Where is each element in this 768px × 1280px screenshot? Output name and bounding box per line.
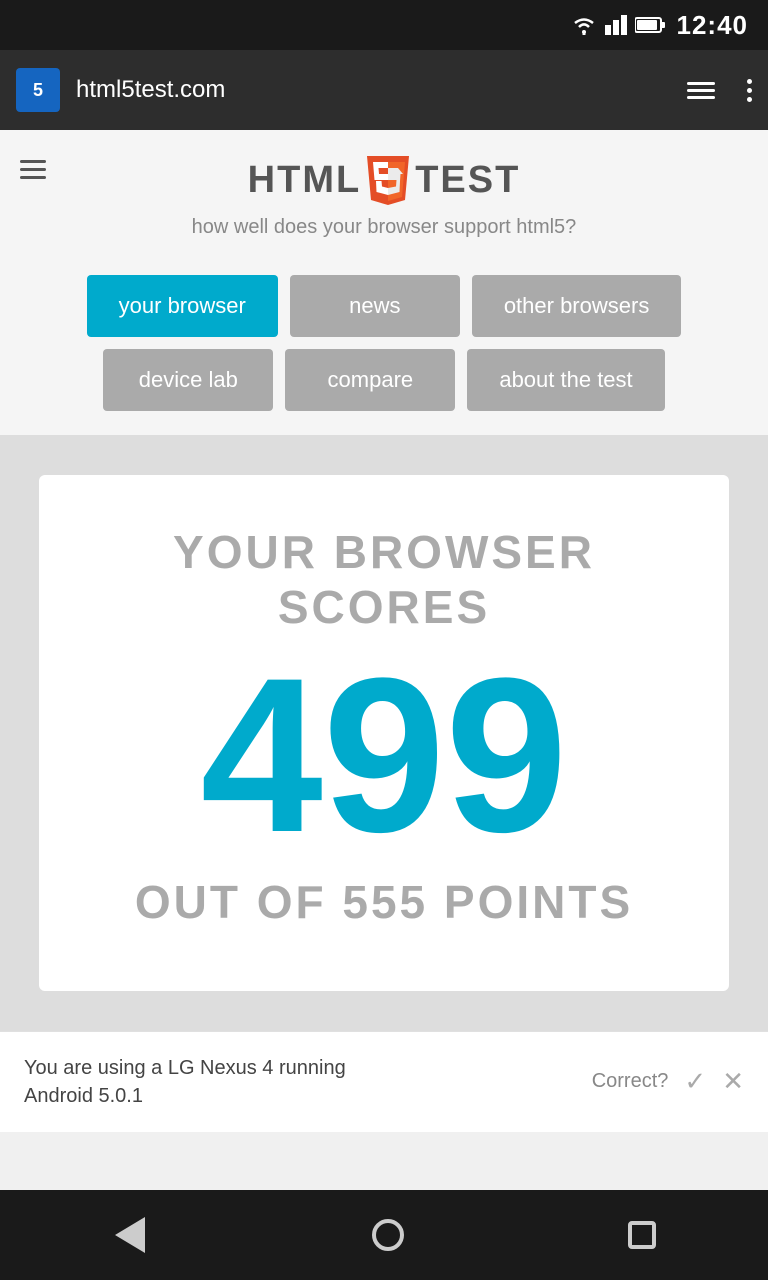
- html5-shield-icon: [365, 154, 411, 206]
- logo-test-text: TEST: [415, 159, 520, 202]
- status-bar: 12:40: [0, 0, 768, 50]
- nav-about-the-test[interactable]: about the test: [467, 349, 664, 411]
- recent-button[interactable]: [628, 1221, 656, 1249]
- site-logo: HTML TEST: [20, 154, 748, 206]
- score-title: YOUR BROWSER SCORES: [79, 525, 689, 635]
- correct-check-button[interactable]: ✓: [684, 1066, 706, 1097]
- home-icon: [372, 1219, 404, 1251]
- nav-news[interactable]: news: [290, 275, 460, 337]
- device-info-bar: You are using a LG Nexus 4 running Andro…: [0, 1031, 768, 1132]
- hamburger-menu[interactable]: [20, 160, 46, 179]
- device-text: You are using a LG Nexus 4 running Andro…: [24, 1054, 346, 1110]
- home-button[interactable]: [372, 1219, 404, 1251]
- nav-other-browsers[interactable]: other browsers: [472, 275, 682, 337]
- correct-x-button[interactable]: ✕: [722, 1066, 744, 1097]
- correct-section: Correct? ✓ ✕: [592, 1066, 744, 1097]
- site-tagline: how well does your browser support html5…: [20, 216, 748, 239]
- score-section: YOUR BROWSER SCORES 499 OUT OF 555 POINT…: [0, 435, 768, 1031]
- bottom-nav: [0, 1190, 768, 1280]
- device-description: You are using a LG Nexus 4 running Andro…: [24, 1057, 346, 1107]
- status-icons: [571, 15, 665, 35]
- nav-compare[interactable]: compare: [285, 349, 455, 411]
- nav-your-browser[interactable]: your browser: [87, 275, 278, 337]
- correct-label: Correct?: [592, 1070, 669, 1093]
- site-header: HTML TEST how well does your browser sup…: [0, 130, 768, 259]
- score-subtitle: OUT OF 555 POINTS: [79, 875, 689, 930]
- page-content: HTML TEST how well does your browser sup…: [0, 130, 768, 1132]
- favicon-text: 5: [33, 80, 43, 101]
- back-icon: [115, 1217, 145, 1253]
- score-number: 499: [79, 645, 689, 865]
- battery-icon: [635, 16, 665, 34]
- browser-toolbar: 5 html5test.com: [0, 50, 768, 130]
- back-button[interactable]: [112, 1220, 148, 1250]
- browser-url[interactable]: html5test.com: [76, 76, 671, 104]
- browser-more-button[interactable]: [747, 79, 752, 102]
- browser-favicon: 5: [16, 68, 60, 112]
- nav-buttons: your browser news other browsers device …: [0, 259, 768, 435]
- nav-device-lab[interactable]: device lab: [103, 349, 273, 411]
- logo-html-text: HTML: [248, 159, 362, 202]
- score-card: YOUR BROWSER SCORES 499 OUT OF 555 POINT…: [39, 475, 729, 991]
- browser-menu-button[interactable]: [687, 82, 715, 99]
- status-time: 12:40: [677, 10, 749, 41]
- wifi-icon: [571, 15, 597, 35]
- recent-icon: [628, 1221, 656, 1249]
- signal-icon: [605, 15, 627, 35]
